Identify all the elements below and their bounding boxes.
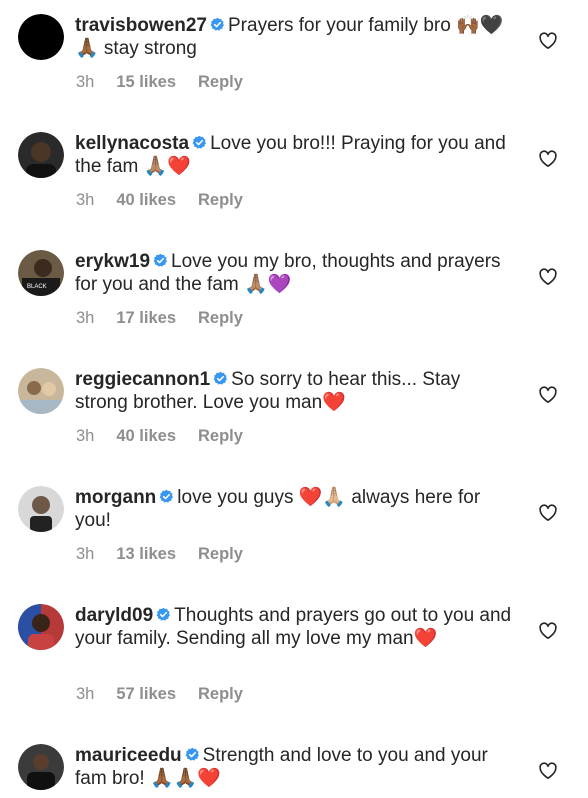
avatar[interactable] xyxy=(18,14,64,60)
verified-badge-icon xyxy=(153,253,167,267)
reply-button[interactable]: Reply xyxy=(198,544,243,564)
like-comment-button[interactable] xyxy=(538,267,558,287)
avatar[interactable] xyxy=(18,368,64,414)
like-comment-button[interactable] xyxy=(538,621,558,641)
comment-time: 3h xyxy=(76,73,95,91)
heart-outline-icon xyxy=(539,268,557,285)
svg-text:BLACK: BLACK xyxy=(27,284,47,290)
reply-button[interactable]: Reply xyxy=(198,308,243,328)
comment-likes[interactable]: 40 likes xyxy=(116,190,176,210)
heart-outline-icon xyxy=(539,32,557,49)
comment-likes[interactable]: 13 likes xyxy=(116,544,176,564)
comment-username[interactable]: reggiecannon1 xyxy=(75,369,210,390)
verified-badge-icon xyxy=(156,607,171,621)
comment-username[interactable]: erykw19 xyxy=(75,251,150,272)
heart-outline-icon xyxy=(539,762,557,779)
like-comment-button[interactable] xyxy=(538,503,558,523)
reply-button[interactable]: Reply xyxy=(198,190,243,210)
avatar[interactable] xyxy=(18,604,64,650)
comment-username[interactable]: travisbowen27 xyxy=(75,15,207,36)
verified-badge-icon xyxy=(192,135,207,149)
comment-likes[interactable]: 15 likes xyxy=(116,72,176,92)
avatar[interactable] xyxy=(18,486,64,532)
reply-button[interactable]: Reply xyxy=(198,72,243,92)
verified-badge-icon xyxy=(185,747,199,761)
comment-username[interactable]: kellynacosta xyxy=(75,133,189,154)
comment-likes[interactable]: 57 likes xyxy=(116,684,176,704)
comment-time: 3h xyxy=(76,545,95,563)
heart-outline-icon xyxy=(539,386,557,403)
verified-badge-icon xyxy=(210,17,224,31)
like-comment-button[interactable] xyxy=(538,761,558,781)
heart-outline-icon xyxy=(539,504,557,521)
avatar[interactable] xyxy=(18,744,64,790)
like-comment-button[interactable] xyxy=(538,385,558,405)
comment-username[interactable]: mauriceedu xyxy=(75,745,182,766)
comments-list: travisbowen27 Prayers for your family bro… xyxy=(0,0,588,798)
reply-button[interactable]: Reply xyxy=(198,684,243,704)
reply-button[interactable]: Reply xyxy=(198,426,243,446)
heart-outline-icon xyxy=(539,150,557,167)
comment-time: 3h xyxy=(76,309,95,327)
comment-username[interactable]: daryld09 xyxy=(75,605,153,626)
avatar[interactable]: BLACK xyxy=(18,250,64,296)
like-comment-button[interactable] xyxy=(538,31,558,51)
heart-outline-icon xyxy=(539,622,557,639)
comment-likes[interactable]: 40 likes xyxy=(116,426,176,446)
verified-badge-icon xyxy=(213,371,228,385)
comment-username[interactable]: morgann xyxy=(75,487,156,508)
like-comment-button[interactable] xyxy=(538,149,558,169)
comment-time: 3h xyxy=(76,427,95,445)
comment-likes[interactable]: 17 likes xyxy=(116,308,176,328)
verified-badge-icon xyxy=(159,489,174,503)
avatar[interactable] xyxy=(18,132,64,178)
comment-time: 3h xyxy=(76,685,95,703)
comment-time: 3h xyxy=(76,191,95,209)
